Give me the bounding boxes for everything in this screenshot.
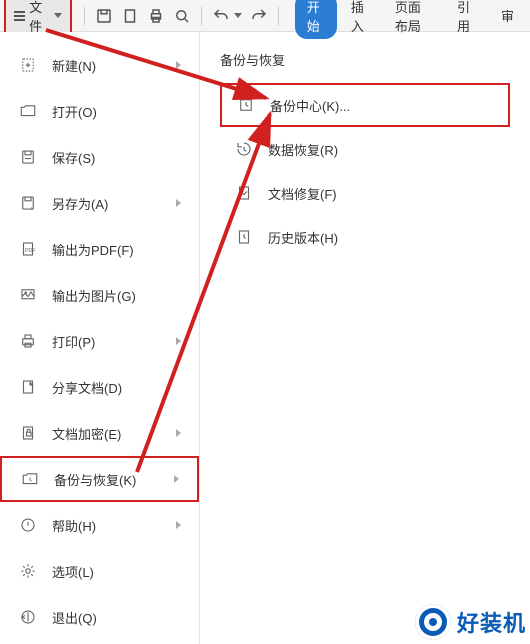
- menu-item-3[interactable]: 另存为(A): [0, 180, 199, 226]
- menu-item-2[interactable]: 保存(S): [0, 134, 199, 180]
- submenu-item-1[interactable]: 数据恢复(R): [220, 127, 510, 171]
- menu-label: 打印(P): [52, 332, 176, 351]
- menu-icon: [18, 607, 38, 627]
- chevron-right-icon: [176, 521, 181, 529]
- menu-item-6[interactable]: 打印(P): [0, 318, 199, 364]
- menu-label: 输出为PDF(F): [52, 240, 181, 259]
- toolbar: 文件 开始 插入 页面布局 引用 审: [0, 0, 530, 32]
- chevron-down-icon[interactable]: [234, 13, 242, 18]
- menu-label: 分享文档(D): [52, 378, 181, 397]
- panel-title: 备份与恢复: [220, 50, 510, 69]
- menu-item-1[interactable]: 打开(O): [0, 88, 199, 134]
- submenu-item-2[interactable]: 文档修复(F): [220, 171, 510, 215]
- menu-label: 打开(O): [52, 102, 181, 121]
- submenu-icon: [234, 227, 254, 247]
- submenu-label: 历史版本(H): [268, 228, 338, 247]
- menu-label: 退出(Q): [52, 608, 181, 627]
- print-icon[interactable]: [147, 7, 165, 25]
- chevron-right-icon: [176, 61, 181, 69]
- menu-icon: [18, 331, 38, 351]
- menu-label: 帮助(H): [52, 516, 176, 535]
- tab-review[interactable]: 审: [489, 2, 526, 29]
- menu-icon: [18, 101, 38, 121]
- submenu-icon: [234, 183, 254, 203]
- menu-label: 选项(L): [52, 562, 181, 581]
- menu-icon: [18, 55, 38, 75]
- quick-access-toolbar: [82, 7, 281, 25]
- menu-item-12[interactable]: 退出(Q): [0, 594, 199, 640]
- submenu-label: 备份中心(K)...: [270, 96, 350, 115]
- menu-icon: [18, 285, 38, 305]
- chevron-down-icon: [54, 13, 62, 18]
- watermark: 好装机: [415, 604, 526, 640]
- redo-icon[interactable]: [250, 7, 268, 25]
- chevron-right-icon: [176, 429, 181, 437]
- menu-label: 新建(N): [52, 56, 176, 75]
- main-area: 新建(N) 打开(O) 保存(S) 另存为(A) PDF 输出为PDF(F) 输出为图片(G…: [0, 32, 530, 644]
- menu-label: 保存(S): [52, 148, 181, 167]
- save-icon[interactable]: [95, 7, 113, 25]
- menu-icon: [20, 469, 40, 489]
- menu-icon: PDF: [18, 239, 38, 259]
- separator: [278, 7, 279, 25]
- menu-item-4[interactable]: PDF 输出为PDF(F): [0, 226, 199, 272]
- separator: [201, 7, 202, 25]
- menu-item-5[interactable]: 输出为图片(G): [0, 272, 199, 318]
- chevron-right-icon: [176, 337, 181, 345]
- submenu-label: 数据恢复(R): [268, 140, 338, 159]
- file-menu-sidebar: 新建(N) 打开(O) 保存(S) 另存为(A) PDF 输出为PDF(F) 输出为图片(G…: [0, 32, 200, 644]
- submenu-item-0[interactable]: 备份中心(K)...: [220, 83, 510, 127]
- menu-icon: [18, 147, 38, 167]
- chevron-right-icon: [174, 475, 179, 483]
- undo-icon[interactable]: [212, 7, 230, 25]
- menu-icon: [18, 561, 38, 581]
- svg-text:PDF: PDF: [25, 248, 36, 254]
- menu-icon: [18, 377, 38, 397]
- menu-item-10[interactable]: 帮助(H): [0, 502, 199, 548]
- menu-icon: [18, 423, 38, 443]
- menu-label: 备份与恢复(K): [54, 470, 174, 489]
- submenu-item-3[interactable]: 历史版本(H): [220, 215, 510, 259]
- menu-icon: [18, 193, 38, 213]
- menu-item-7[interactable]: 分享文档(D): [0, 364, 199, 410]
- menu-label: 另存为(A): [52, 194, 176, 213]
- menu-label: 文档加密(E): [52, 424, 176, 443]
- submenu-panel: 备份与恢复 备份中心(K)... 数据恢复(R) 文档修复(F) 历史版本(H): [200, 32, 530, 644]
- chevron-right-icon: [176, 199, 181, 207]
- separator: [84, 7, 85, 25]
- watermark-text: 好装机: [457, 606, 526, 638]
- menu-item-11[interactable]: 选项(L): [0, 548, 199, 594]
- menu-icon: [18, 515, 38, 535]
- menu-item-9[interactable]: 备份与恢复(K): [0, 456, 199, 502]
- submenu-icon: [236, 95, 256, 115]
- hamburger-icon: [14, 11, 25, 21]
- menu-item-0[interactable]: 新建(N): [0, 42, 199, 88]
- menu-label: 输出为图片(G): [52, 286, 181, 305]
- watermark-logo-icon: [415, 604, 451, 640]
- submenu-list: 备份中心(K)... 数据恢复(R) 文档修复(F) 历史版本(H): [220, 83, 510, 259]
- menu-item-8[interactable]: 文档加密(E): [0, 410, 199, 456]
- page-icon[interactable]: [121, 7, 139, 25]
- submenu-icon: [234, 139, 254, 159]
- preview-icon[interactable]: [173, 7, 191, 25]
- submenu-label: 文档修复(F): [268, 184, 337, 203]
- file-menu-label: 文件: [29, 0, 50, 35]
